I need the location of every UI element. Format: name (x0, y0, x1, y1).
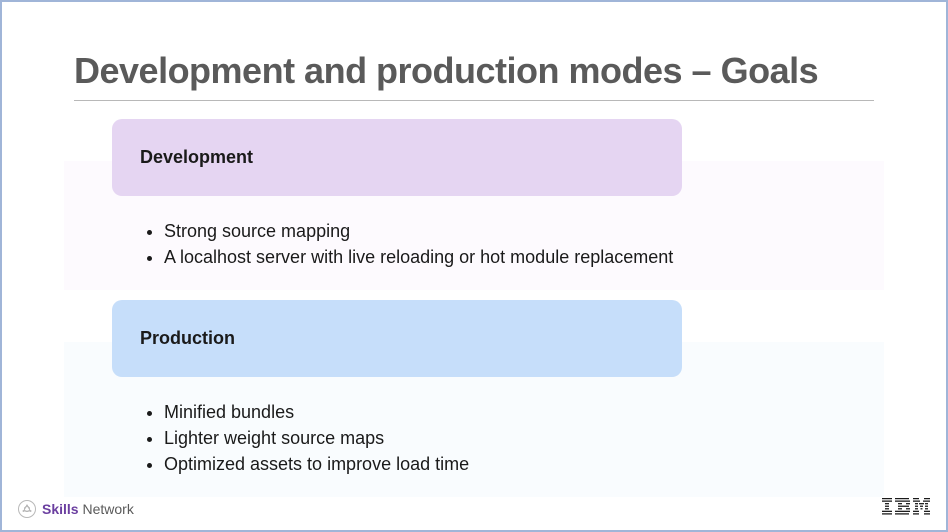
development-bullets: Strong source mapping A localhost server… (74, 196, 874, 280)
skills-text-normal: Network (79, 501, 134, 517)
skills-text-bold: Skills (42, 501, 79, 517)
list-item: Lighter weight source maps (164, 425, 874, 451)
development-section: Development Strong source mapping A loca… (74, 119, 874, 280)
slide-title: Development and production modes – Goals (74, 50, 874, 101)
skills-network-icon (18, 500, 36, 518)
production-section: Production Minified bundles Lighter weig… (74, 300, 874, 487)
ibm-logo (882, 498, 930, 520)
slide-content: Development and production modes – Goals… (2, 2, 946, 487)
development-heading: Development (112, 119, 682, 196)
slide-footer: Skills Network (2, 496, 946, 522)
skills-network-logo: Skills Network (18, 500, 134, 518)
list-item: Minified bundles (164, 399, 874, 425)
list-item: A localhost server with live reloading o… (164, 244, 874, 270)
production-heading: Production (112, 300, 682, 377)
skills-text: Skills Network (42, 501, 134, 517)
list-item: Strong source mapping (164, 218, 874, 244)
list-item: Optimized assets to improve load time (164, 451, 874, 477)
production-bullets: Minified bundles Lighter weight source m… (74, 377, 874, 487)
